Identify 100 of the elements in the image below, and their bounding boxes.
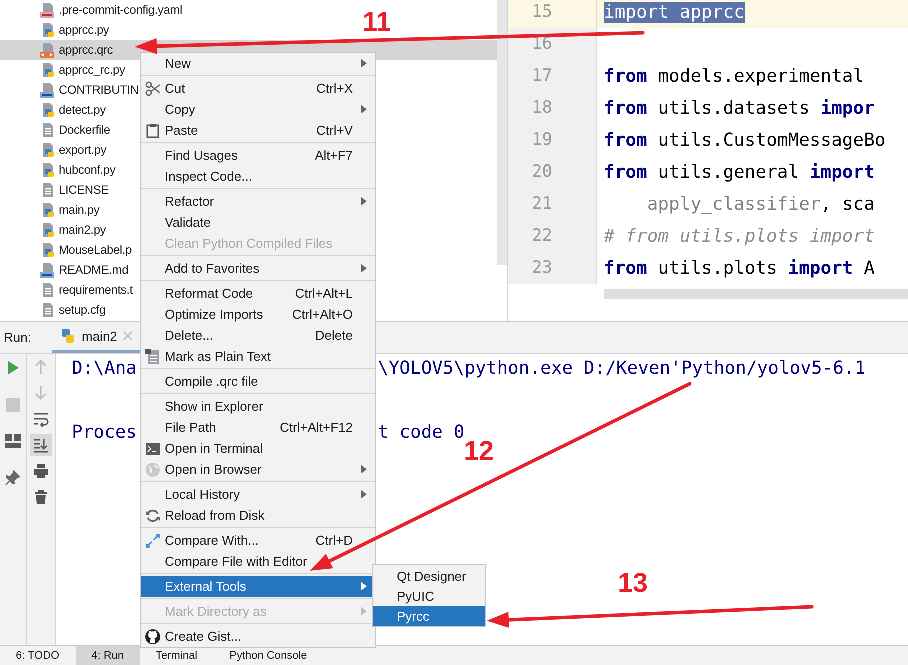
code-line: from utils.general import [604,162,875,182]
python-file-icon [40,62,56,78]
submenu-arrow-icon [361,465,367,474]
up-arrow-icon [33,359,49,375]
python-file-icon [40,202,56,218]
submenu-arrow-icon [361,607,367,616]
menu-item[interactable]: Create Gist... [141,626,375,647]
file-tree-item[interactable]: Dockerfile [0,120,114,140]
line-number: 20 [508,156,597,188]
file-tree-item[interactable]: export.py [0,140,111,160]
submenu-arrow-icon [361,197,367,206]
python-file-icon [40,222,56,238]
file-tree-item[interactable]: LICENSE [0,180,113,200]
python-icon [60,328,76,344]
python-file-icon [40,22,56,38]
horizontal-scrollbar[interactable] [604,289,908,299]
console-text: t code 0 [378,422,465,442]
close-icon[interactable] [123,331,134,341]
tool-window-tab[interactable]: Python Console [214,646,324,665]
file-tree-item[interactable]: CONTRIBUTIN [0,80,143,100]
menu-item[interactable]: Copy [141,99,375,120]
globe-icon [145,462,161,478]
python-file-icon [40,142,56,158]
file-tree-item[interactable]: main2.py [0,220,110,240]
line-number: 19 [508,124,597,156]
menu-item[interactable]: Reload from Disk [141,505,375,526]
scissors-icon [145,80,161,96]
trash-icon [33,489,49,505]
file-icon [40,122,56,138]
compare-arrows-icon [145,532,161,548]
menu-item[interactable]: Refactor [141,191,375,212]
file-tree-item[interactable]: apprcc.py [0,20,114,40]
submenu-arrow-icon [361,59,367,68]
layout-icon[interactable] [5,434,21,448]
line-number: 23 [508,252,597,284]
console-text: Proces [72,422,138,442]
scroll-to-end-button[interactable] [30,434,52,456]
menu-item[interactable]: Cut Ctrl+X [141,78,375,99]
menu-item[interactable]: Mark as Plain Text [141,346,375,367]
line-number: 21 [508,188,597,220]
pin-icon[interactable] [5,470,21,486]
line-number: 22 [508,220,597,252]
file-tree-item[interactable]: requirements.t [0,280,137,300]
reload-icon [145,508,161,524]
menu-item[interactable]: Compare File with Editor [141,551,375,572]
file-icon [40,262,56,278]
menu-item[interactable]: External Tools [141,576,375,597]
soft-wrap-icon [33,411,49,427]
menu-item[interactable]: Open in Browser [141,459,375,480]
code-line: from utils.CustomMessageBo [604,130,886,150]
menu-item[interactable]: Delete... Delete [141,325,375,346]
menu-item[interactable]: PyUIC [373,586,485,606]
clipboard-icon [145,122,161,138]
menu-item[interactable]: Reformat Code Ctrl+Alt+L [141,283,375,304]
code-line: from models.experimental [604,66,864,86]
menu-item[interactable]: Add to Favorites [141,258,375,279]
console-text: D:\Ana [72,358,138,378]
menu-item[interactable]: Optimize Imports Ctrl+Alt+O [141,304,375,325]
menu-item[interactable]: Paste Ctrl+V [141,120,375,141]
menu-item[interactable]: Show in Explorer [141,396,375,417]
menu-item[interactable]: Inspect Code... [141,166,375,187]
tool-window-tab[interactable]: 4: Run [76,646,140,665]
file-icon [40,182,56,198]
menu-item[interactable]: Compare With... Ctrl+D [141,530,375,551]
menu-item[interactable]: Open in Terminal [141,438,375,459]
submenu-arrow-icon [361,490,367,499]
submenu-arrow-icon [361,105,367,114]
file-tree-item[interactable]: setup.cfg [0,300,110,320]
menu-item[interactable]: Compile .qrc file [141,371,375,392]
print-icon [33,463,49,479]
tool-window-tab[interactable]: 6: TODO [0,646,76,665]
menu-item[interactable]: Local History [141,484,375,505]
file-tree-item[interactable]: README.md [0,260,133,280]
down-arrow-icon [33,385,49,401]
menu-item[interactable]: Qt Designer [373,566,485,586]
file-tree-item[interactable]: main.py [0,200,104,220]
menu-item[interactable]: Pyrcc [373,606,485,626]
menu-item[interactable]: Validate [141,212,375,233]
terminal-icon [145,440,161,456]
run-icon[interactable] [5,360,21,376]
text-file-icon [145,348,161,364]
code-line: # from utils.plots import [604,226,875,246]
menu-item[interactable]: File Path Ctrl+Alt+F12 [141,417,375,438]
annotation-number: 12 [464,435,496,468]
github-icon [145,628,161,644]
file-tree-item[interactable]: hubconf.py [0,160,120,180]
annotation-number: 11 [362,6,392,39]
file-icon [40,282,56,298]
file-tree-item[interactable]: MouseLabel.p [0,240,136,260]
menu-item[interactable]: Find Usages Alt+F7 [141,145,375,166]
line-number: 17 [508,60,597,92]
vertical-scrollbar[interactable] [497,0,507,265]
tool-window-tab[interactable]: Terminal [140,646,214,665]
python-file-icon [40,102,56,118]
code-line: apply_classifier, sca [646,194,875,214]
file-tree-item[interactable]: detect.py [0,100,110,120]
line-number: 18 [508,92,597,124]
file-tree-item[interactable]: .pre-commit-config.yaml [0,0,186,20]
file-tree-item[interactable]: apprcc_rc.py [0,60,130,80]
run-label: Run: [4,330,32,345]
